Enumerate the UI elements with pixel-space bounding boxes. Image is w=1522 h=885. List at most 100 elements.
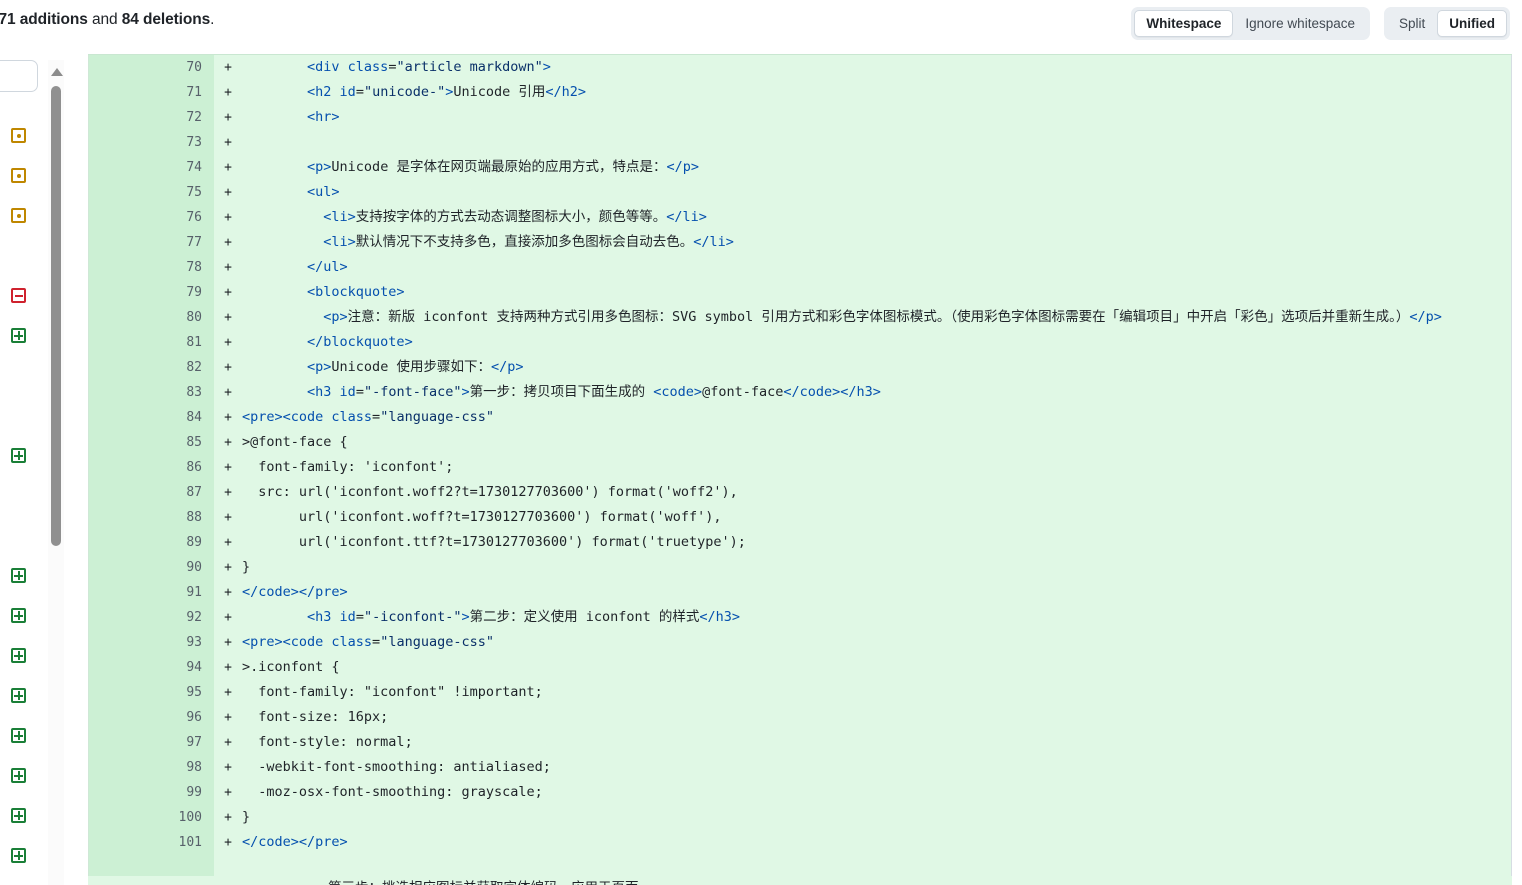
diff-view-controls: Whitespace Ignore whitespace Split Unifi… [1131, 7, 1510, 40]
diff-row[interactable]: 80 + <p>注意：新版 iconfont 支持两种方式引用多色图标：SVG s… [89, 305, 1511, 330]
code-token-txt: font-family: "iconfont" !important; [242, 684, 543, 700]
code-token-txt: Unicode 是字体在网页端最原始的应用方式，特点是： [331, 159, 667, 175]
diff-row[interactable]: 93 + <pre><code class="language-css" [89, 630, 1511, 655]
icon-glyph [11, 168, 26, 183]
file-deleted-icon[interactable] [9, 286, 28, 305]
diff-line-marker: + [224, 335, 232, 350]
diff-row[interactable]: 81 + </blockquote> [89, 330, 1511, 355]
unified-view-button[interactable]: Unified [1437, 10, 1507, 37]
diff-row[interactable]: 91 + </code></pre> [89, 580, 1511, 605]
code-token-attr: class [331, 634, 373, 650]
diff-line-number: 87 [89, 480, 214, 505]
diff-row[interactable]: 95 + font-family: "iconfont" !important; [89, 680, 1511, 705]
file-modified-icon[interactable] [9, 166, 28, 185]
file-added-icon[interactable] [9, 646, 28, 665]
diff-line-marker: + [224, 160, 232, 175]
diff-row[interactable]: 99 + -moz-osx-font-smoothing: grayscale; [89, 780, 1511, 805]
diff-line-marker: + [224, 760, 232, 775]
file-modified-icon[interactable] [9, 206, 28, 225]
diff-row[interactable]: 75 + <ul> [89, 180, 1511, 205]
diff-row[interactable]: 82 + <p>Unicode 使用步骤如下：</p> [89, 355, 1511, 380]
file-added-icon[interactable] [9, 326, 28, 345]
diff-row[interactable]: 86 + font-family: 'iconfont'; [89, 455, 1511, 480]
diff-line-number: 88 [89, 505, 214, 530]
code-token-txt: @font-face [702, 384, 784, 400]
code-token-txt: url('iconfont.ttf?t=1730127703600') form… [242, 534, 746, 550]
diff-row[interactable]: 70 + <div class="article markdown"> [89, 55, 1511, 80]
diff-line-code: url('iconfont.ttf?t=1730127703600') form… [242, 530, 1511, 555]
diffstat-conjunction: and [87, 11, 122, 28]
diff-row[interactable]: 88 + url('iconfont.woff?t=1730127703600')… [89, 505, 1511, 530]
clipped-next-row-text: 第三步：挑选相应图标并获取字体编码，应用于页面 [88, 876, 1512, 885]
diff-line-code: url('iconfont.woff?t=1730127703600') for… [242, 505, 1511, 530]
file-added-icon[interactable] [9, 686, 28, 705]
diff-row[interactable]: 77 + <li>默认情况下不支持多色，直接添加多色图标会自动去色。</li> [89, 230, 1511, 255]
diff-row[interactable]: 100 +} [89, 805, 1511, 830]
diff-line-marker: + [224, 85, 232, 100]
vertical-scrollbar-thumb[interactable] [51, 86, 61, 546]
diff-row[interactable]: 85 + >@font-face { [89, 430, 1511, 455]
whitespace-button[interactable]: Whitespace [1134, 10, 1234, 37]
diff-row[interactable]: 79 + <blockquote> [89, 280, 1511, 305]
diff-line-number: 90 [89, 555, 214, 580]
diff-row[interactable]: 89 + url('iconfont.ttf?t=1730127703600') … [89, 530, 1511, 555]
diff-line-marker: + [224, 260, 232, 275]
diff-row[interactable]: 78 + </ul> [89, 255, 1511, 280]
diff-row[interactable]: 74 + <p>Unicode 是字体在网页端最原始的应用方式，特点是：</p> [89, 155, 1511, 180]
diff-row[interactable]: 76 + <li>支持按字体的方式去动态调整图标大小，颜色等等。</li> [89, 205, 1511, 230]
code-token-tag: <li> [323, 209, 356, 225]
code-token-tag: <h2 [307, 84, 340, 100]
diff-line-number: 74 [89, 155, 214, 180]
ignore-whitespace-button[interactable]: Ignore whitespace [1233, 10, 1367, 37]
file-added-icon[interactable] [9, 606, 28, 625]
file-added-icon[interactable] [9, 566, 28, 585]
diff-row[interactable]: 73 + [89, 130, 1511, 155]
diff-line-code: <p>Unicode 使用步骤如下：</p> [242, 355, 1511, 380]
diff-row[interactable]: 101 + </code></pre> [89, 830, 1511, 855]
diff-row[interactable]: 87 + src: url('iconfont.woff2?t=173012770… [89, 480, 1511, 505]
diff-row[interactable]: 84 + <pre><code class="language-css" [89, 405, 1511, 430]
file-added-icon[interactable] [9, 806, 28, 825]
code-token-tag: </code></pre> [242, 584, 348, 600]
code-token-txt: url('iconfont.woff?t=1730127703600') for… [242, 509, 722, 525]
file-added-icon[interactable] [9, 846, 28, 865]
diff-row[interactable]: 92 + <h3 id="-iconfont-">第二步：定义使用 iconfon… [89, 605, 1511, 630]
diff-row[interactable]: 83 + <h3 id="-font-face">第一步：拷贝项目下面生成的 <c… [89, 380, 1511, 405]
code-token-attr: class [331, 409, 373, 425]
diff-row[interactable]: 97 + font-style: normal; [89, 730, 1511, 755]
diff-row[interactable]: 90 +} [89, 555, 1511, 580]
diff-line-code: <blockquote> [242, 280, 1511, 305]
diff-row[interactable]: 98 + -webkit-font-smoothing: antialiased; [89, 755, 1511, 780]
file-added-icon[interactable] [9, 766, 28, 785]
icon-glyph [11, 328, 26, 343]
code-token-tag: <div [307, 59, 348, 75]
diff-row[interactable]: 72 + <hr> [89, 105, 1511, 130]
diff-line-marker: + [224, 60, 232, 75]
code-token-txt: = [372, 409, 381, 425]
diff-row[interactable]: 94 + >.iconfont { [89, 655, 1511, 680]
file-added-icon[interactable] [9, 726, 28, 745]
code-token-tag: <h3 [307, 609, 340, 625]
diff-row[interactable]: 96 + font-size: 16px; [89, 705, 1511, 730]
scroll-up-arrow-icon[interactable] [51, 68, 63, 76]
code-token-tag: </p> [666, 159, 699, 175]
diff-line-marker: + [224, 635, 232, 650]
diff-line-code: <p>Unicode 是字体在网页端最原始的应用方式，特点是：</p> [242, 155, 1511, 180]
file-filter-input[interactable] [0, 60, 38, 92]
code-token-txt: = [355, 384, 364, 400]
diff-line-code: font-family: "iconfont" !important; [242, 680, 1511, 705]
icon-glyph [11, 648, 26, 663]
file-modified-icon[interactable] [9, 126, 28, 145]
file-added-icon[interactable] [9, 446, 28, 465]
split-view-button[interactable]: Split [1387, 10, 1437, 37]
diff-row[interactable]: 71 + <h2 id="unicode-">Unicode 引用</h2> [89, 80, 1511, 105]
diff-line-number: 101 [89, 830, 214, 855]
